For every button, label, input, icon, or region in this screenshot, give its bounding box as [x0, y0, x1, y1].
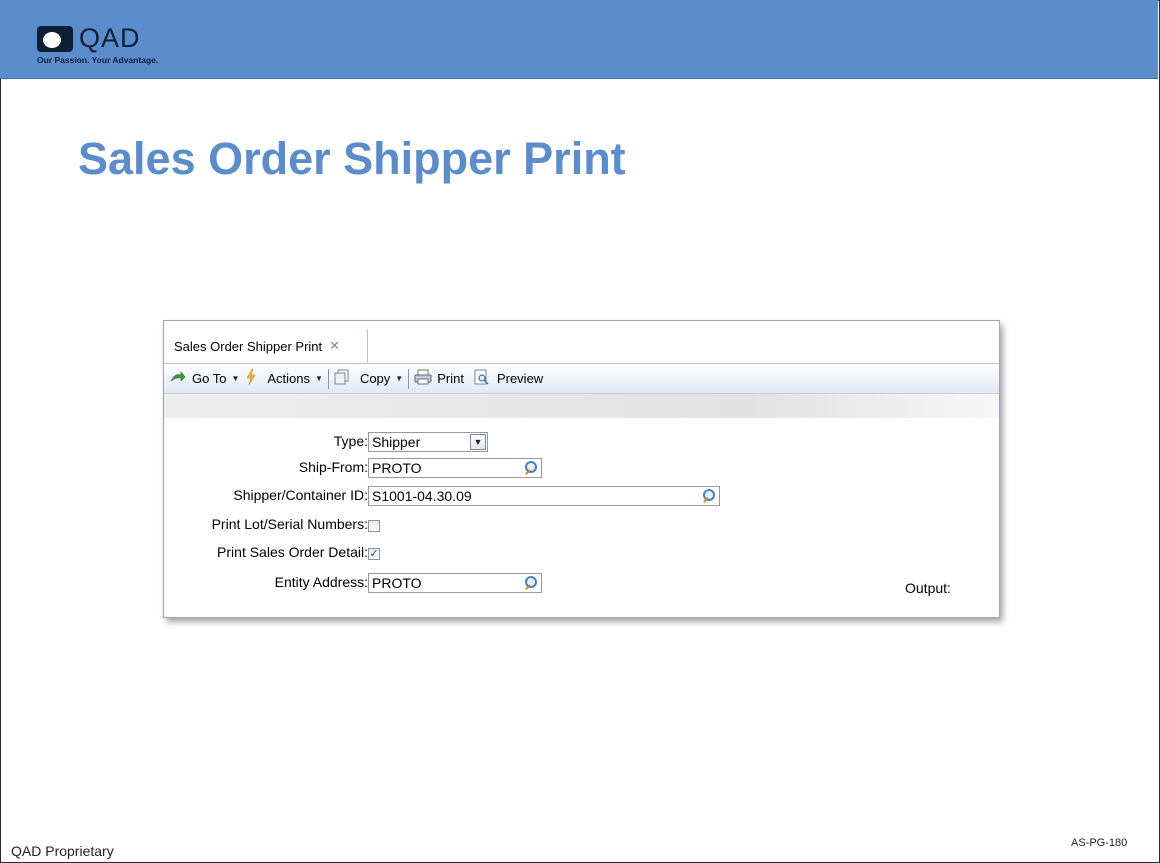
footer-proprietary: QAD Proprietary — [11, 843, 114, 859]
slide-code: AS-PG-180 — [1071, 837, 1128, 849]
actions-button[interactable]: Actions ▼ — [245, 368, 323, 388]
toolbar: Go To ▼ Actions ▼ Copy ▼ Print Preview — [164, 364, 999, 394]
preview-icon — [474, 369, 490, 389]
qad-logo: QAD Our Passion. Your Advantage. — [37, 23, 187, 70]
brand-tagline: Our Passion. Your Advantage. — [37, 55, 159, 65]
search-icon[interactable] — [524, 576, 537, 590]
chevron-down-icon: ▼ — [231, 374, 240, 383]
toolbar-separator — [327, 368, 329, 389]
tab-bar: Sales Order Shipper Print ✕ — [164, 321, 999, 364]
ship-from-value: PROTO — [372, 460, 422, 476]
tab-label: Sales Order Shipper Print — [174, 338, 323, 354]
copy-button[interactable]: Copy ▼ — [334, 369, 403, 388]
print-lot-serial-label: Print Lot/Serial Numbers: — [211, 516, 368, 532]
shipper-print-form: Type: Shipper ▼ Ship-From: PROTO Shipper… — [164, 419, 999, 615]
shipper-id-value: S1001-04.30.09 — [372, 488, 472, 504]
type-value: Shipper — [372, 434, 421, 450]
header-bar: QAD Our Passion. Your Advantage. — [0, 0, 1158, 79]
form-header-band — [164, 394, 999, 418]
app-window: Sales Order Shipper Print ✕ Go To ▼ Acti… — [163, 320, 1000, 618]
chevron-down-icon: ▼ — [315, 374, 323, 383]
print-lot-serial-checkbox[interactable] — [368, 520, 380, 532]
close-icon[interactable]: ✕ — [329, 338, 340, 354]
print-so-detail-checkbox[interactable]: ✓ — [368, 548, 380, 560]
type-select[interactable]: Shipper ▼ — [368, 432, 488, 452]
entity-address-label: Entity Address: — [274, 574, 368, 590]
preview-button[interactable]: Preview — [474, 369, 543, 389]
copy-label: Copy — [359, 371, 391, 386]
qad-logo-mark-icon — [37, 26, 73, 52]
copy-icon — [334, 369, 350, 388]
ship-from-field[interactable]: PROTO — [368, 458, 542, 478]
goto-arrow-icon — [170, 371, 186, 386]
output-label: Output: — [905, 580, 951, 596]
actions-lightning-icon — [245, 368, 257, 388]
goto-label: Go To — [192, 371, 227, 386]
entity-address-value: PROTO — [372, 575, 422, 591]
print-label: Print — [437, 371, 464, 386]
ship-from-label: Ship-From: — [298, 459, 368, 475]
print-so-detail-label: Print Sales Order Detail: — [217, 544, 368, 560]
entity-address-field[interactable]: PROTO — [368, 573, 542, 593]
toolbar-separator — [408, 368, 410, 389]
preview-label: Preview — [496, 371, 544, 386]
goto-button[interactable]: Go To ▼ — [170, 371, 239, 386]
chevron-down-icon[interactable]: ▼ — [470, 434, 486, 450]
chevron-down-icon: ▼ — [395, 374, 404, 383]
checkmark-icon: ✓ — [369, 548, 379, 560]
shipper-id-field[interactable]: S1001-04.30.09 — [368, 486, 720, 506]
printer-icon — [414, 369, 432, 388]
tab-sales-order-shipper-print[interactable]: Sales Order Shipper Print ✕ — [164, 329, 368, 363]
type-label: Type: — [333, 433, 368, 449]
search-icon[interactable] — [524, 461, 537, 475]
actions-label: Actions — [267, 371, 311, 386]
slide-title: Sales Order Shipper Print — [78, 133, 626, 184]
print-button[interactable]: Print — [414, 369, 464, 388]
search-icon[interactable] — [702, 489, 715, 503]
shipper-id-label: Shipper/Container ID: — [233, 487, 368, 503]
brand-name: QAD — [79, 23, 141, 53]
